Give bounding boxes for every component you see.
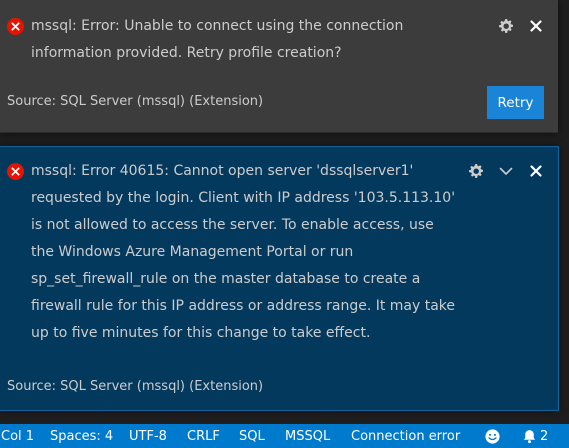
retry-button[interactable]: Retry bbox=[487, 86, 544, 119]
error-icon bbox=[7, 163, 24, 180]
notification-count[interactable]: 2 bbox=[540, 424, 548, 448]
notification-source: Source: SQL Server (mssql) (Extension) bbox=[7, 94, 264, 109]
bell-icon[interactable] bbox=[521, 424, 538, 448]
gear-icon[interactable] bbox=[497, 17, 515, 35]
notification-message: mssql: Error: Unable to connect using th… bbox=[31, 18, 404, 61]
close-icon[interactable] bbox=[527, 17, 545, 35]
smiley-icon[interactable] bbox=[484, 424, 501, 448]
status-indentation[interactable]: Spaces: 4 bbox=[50, 424, 113, 448]
close-icon[interactable] bbox=[527, 162, 545, 180]
notification-source: Source: SQL Server (mssql) (Extension) bbox=[7, 379, 264, 394]
notification-toast-firewall: mssql: Error 40615: Cannot open server '… bbox=[0, 146, 559, 411]
status-encoding[interactable]: UTF-8 bbox=[129, 424, 167, 448]
status-sql-provider[interactable]: MSSQL bbox=[285, 424, 330, 448]
error-icon bbox=[7, 18, 24, 35]
status-connection[interactable]: Connection error bbox=[351, 424, 460, 448]
status-line-endings[interactable]: CRLF bbox=[187, 424, 220, 448]
vscode-window: mssql: Error: Unable to connect using th… bbox=[0, 0, 569, 448]
chevron-down-icon[interactable] bbox=[497, 162, 515, 180]
status-language-mode[interactable]: SQL bbox=[239, 424, 265, 448]
notification-message: mssql: Error 40615: Cannot open server '… bbox=[31, 163, 456, 341]
notification-toast-retry: mssql: Error: Unable to connect using th… bbox=[0, 0, 558, 133]
status-bar: Col 1 Spaces: 4 UTF-8 CRLF SQL MSSQL Con… bbox=[0, 424, 569, 448]
status-cursor-column[interactable]: Col 1 bbox=[1, 424, 34, 448]
gear-icon[interactable] bbox=[467, 162, 485, 180]
